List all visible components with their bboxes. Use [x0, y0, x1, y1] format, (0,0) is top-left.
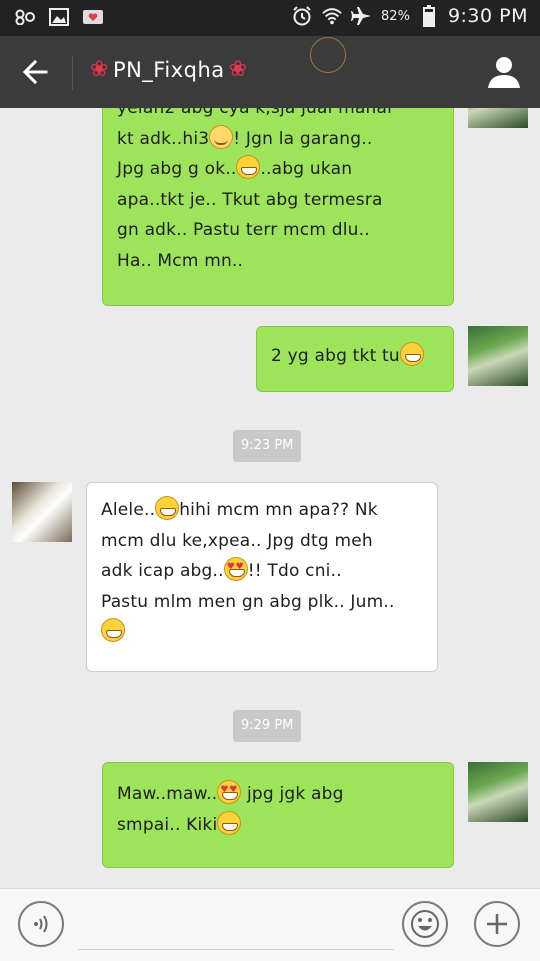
message-text: 2 yg abg tkt tu [271, 341, 439, 372]
smiley-icon [411, 910, 439, 938]
heart-eyes-emoji [223, 557, 248, 582]
plus-icon [487, 914, 507, 934]
message-text: Maw..maw.. jpg jgk abg [117, 779, 439, 810]
message-list[interactable]: yelah2 abg cya k,sja jual mahal kt adk..… [0, 108, 540, 888]
sound-wave-icon [34, 915, 48, 933]
alarm-icon [291, 5, 313, 27]
profile-button[interactable] [484, 52, 524, 92]
message-text: adk icap abg..!! Tdo cni.. [101, 556, 423, 587]
chat-header: ❀ PN_Fixqha ❀ [0, 36, 540, 108]
my-avatar[interactable] [468, 108, 528, 128]
contact-avatar[interactable] [12, 482, 72, 542]
message-text: yelah2 abg cya k,sja jual mahal [117, 108, 393, 118]
message-bubble-incoming[interactable]: Alele.. hihi mcm mn apa?? Nk mcm dlu ke,x… [86, 482, 438, 672]
clock: 9:30 PM [447, 5, 528, 27]
message-text: apa..tkt je.. Tkut abg termesra [117, 189, 383, 210]
emoji-button[interactable] [402, 901, 448, 947]
message-text: Jpg abg g ok.. ..abg ukan [117, 154, 439, 185]
voice-input-button[interactable] [18, 901, 64, 947]
my-avatar[interactable] [468, 326, 528, 386]
hibiscus-icon: ❀ [228, 57, 248, 82]
message-text [101, 617, 423, 648]
gallery-icon [48, 6, 70, 28]
heart-eyes-emoji [217, 780, 242, 804]
arrow-left-icon [22, 59, 48, 85]
airplane-icon [351, 5, 373, 27]
battery-percent: 82% [381, 8, 410, 24]
back-button[interactable] [18, 54, 54, 90]
contact-name: PN_Fixqha [112, 58, 225, 82]
grin-emoji [399, 342, 424, 366]
message-bubble-outgoing[interactable]: Maw..maw.. jpg jgk abg smpai.. Kiki [102, 762, 454, 868]
grin-emoji [236, 155, 261, 180]
timestamp: 9:29 PM [233, 710, 302, 742]
message-text: gn adk.. Pastu terr mcm dlu.. [117, 220, 370, 241]
message-text: Pastu mlm men gn abg plk.. Jum.. [101, 591, 395, 612]
touch-indicator [310, 37, 346, 73]
message-bubble-outgoing[interactable]: 2 yg abg tkt tu [256, 326, 454, 392]
header-divider [72, 56, 73, 90]
person-icon [488, 57, 520, 88]
message-text: mcm dlu ke,xpea.. Jpg dtg meh [101, 530, 373, 551]
timestamp: 9:23 PM [233, 430, 302, 462]
blush-smile-emoji [209, 124, 234, 149]
message-text: smpai.. Kiki [117, 810, 439, 841]
attach-button[interactable] [474, 901, 520, 947]
chat-title[interactable]: ❀ PN_Fixqha ❀ [90, 52, 248, 88]
message-text: kt adk..hi3! Jgn la garang.. [117, 124, 439, 155]
infinity-icon [14, 6, 36, 28]
wifi-icon [321, 5, 343, 27]
battery-icon [418, 5, 440, 27]
heart-card-icon [82, 6, 104, 28]
hibiscus-icon: ❀ [90, 57, 109, 82]
grin-emoji [217, 810, 242, 835]
message-bubble-outgoing[interactable]: yelah2 abg cya k,sja jual mahal kt adk..… [102, 108, 454, 306]
grin-emoji [155, 496, 180, 520]
input-bar [0, 888, 540, 961]
grin-emoji [101, 618, 125, 643]
message-text: Alele.. hihi mcm mn apa?? Nk [101, 495, 423, 526]
message-input[interactable] [78, 911, 394, 950]
my-avatar[interactable] [468, 762, 528, 822]
status-bar: 82% 9:30 PM [0, 0, 540, 36]
message-text: Ha.. Mcm mn.. [117, 250, 244, 271]
